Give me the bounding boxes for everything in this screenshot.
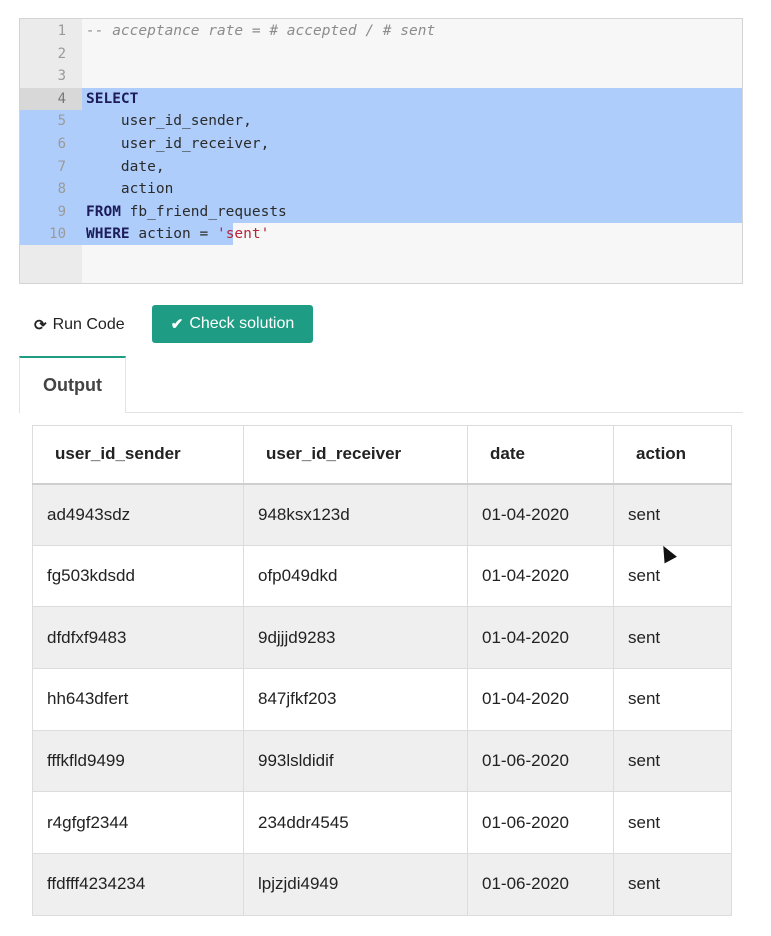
code-token-plain: date, (86, 159, 165, 175)
tab-output[interactable]: Output (19, 356, 126, 413)
cell-date: 01-06-2020 (468, 730, 614, 792)
line-number: 10 (20, 223, 66, 245)
code-text: date, (86, 156, 165, 178)
column-header-user-id-sender: user_id_sender (33, 426, 244, 484)
code-line[interactable]: 8 action (20, 178, 742, 200)
code-text: user_id_receiver, (86, 133, 269, 155)
code-token-plain: user_id_sender, (86, 113, 252, 129)
table-header-row: user_id_sender user_id_receiver date act… (33, 426, 732, 484)
cell-action: sent (614, 854, 732, 916)
tab-output-label: Output (43, 375, 102, 396)
table-row: hh643dfert 847jfkf203 01-04-2020 sent (33, 669, 732, 731)
column-header-user-id-receiver: user_id_receiver (244, 426, 468, 484)
cell-date: 01-04-2020 (468, 669, 614, 731)
code-line[interactable]: 9 FROM fb_friend_requests (20, 201, 742, 223)
line-number: 2 (20, 43, 66, 65)
line-number: 9 (20, 201, 66, 223)
table-row: fffkfld9499 993lsldidif 01-06-2020 sent (33, 730, 732, 792)
table-row: ffdfff4234234 lpjzjdi4949 01-06-2020 sen… (33, 854, 732, 916)
line-number: 3 (20, 65, 66, 87)
cell-user-id-receiver: 993lsldidif (244, 730, 468, 792)
code-token-kw: FROM (86, 204, 121, 220)
cell-action: sent (614, 607, 732, 669)
cell-user-id-receiver: ofp049dkd (244, 545, 468, 607)
cell-date: 01-06-2020 (468, 792, 614, 854)
check-solution-button[interactable]: ✔ Check solution (152, 305, 313, 343)
code-text: FROM fb_friend_requests (86, 201, 287, 223)
code-line[interactable]: 4SELECT (20, 88, 742, 110)
cell-action: sent (614, 792, 732, 854)
cell-action: sent (614, 730, 732, 792)
cell-user-id-sender: fg503kdsdd (33, 545, 244, 607)
cell-date: 01-04-2020 (468, 607, 614, 669)
code-token-str: 'sent' (217, 226, 269, 242)
cell-action: sent (614, 669, 732, 731)
cell-user-id-sender: ffdfff4234234 (33, 854, 244, 916)
output-tab-bar: Output (19, 356, 743, 413)
cell-date: 01-04-2020 (468, 484, 614, 546)
results-table: user_id_sender user_id_receiver date act… (32, 425, 732, 916)
table-row: dfdfxf9483 9djjjd9283 01-04-2020 sent (33, 607, 732, 669)
code-editor[interactable]: 1 -- acceptance rate = # accepted / # sen… (19, 18, 743, 284)
line-number: 7 (20, 156, 66, 178)
code-text: SELECT (86, 88, 138, 110)
code-token-kw: WHERE (86, 226, 130, 242)
code-line[interactable]: 3 (20, 65, 742, 87)
table-row: fg503kdsdd ofp049dkd 01-04-2020 sent (33, 545, 732, 607)
table-row: ad4943sdz 948ksx123d 01-04-2020 sent (33, 484, 732, 546)
code-token-plain: fb_friend_requests (121, 204, 287, 220)
cell-date: 01-06-2020 (468, 854, 614, 916)
line-number: 5 (20, 110, 66, 132)
cell-user-id-sender: ad4943sdz (33, 484, 244, 546)
cell-user-id-sender: dfdfxf9483 (33, 607, 244, 669)
table-row: r4gfgf2344 234ddr4545 01-06-2020 sent (33, 792, 732, 854)
sql-exercise-page: 1 -- acceptance rate = # accepted / # sen… (0, 0, 771, 936)
code-text: -- acceptance rate = # accepted / # sent (86, 20, 435, 42)
code-line[interactable]: 1 -- acceptance rate = # accepted / # sen… (20, 20, 742, 42)
code-line[interactable]: 6 user_id_receiver, (20, 133, 742, 155)
check-solution-label: Check solution (189, 315, 294, 333)
code-token-plain: user_id_receiver, (86, 136, 269, 152)
cell-user-id-receiver: 234ddr4545 (244, 792, 468, 854)
check-icon: ✔ (171, 315, 184, 333)
line-number: 1 (20, 20, 66, 42)
code-token-plain: action (86, 181, 173, 197)
cell-user-id-sender: hh643dfert (33, 669, 244, 731)
line-number: 6 (20, 133, 66, 155)
code-line[interactable]: 5 user_id_sender, (20, 110, 742, 132)
code-text: action (86, 178, 173, 200)
run-code-button[interactable]: ⟳ Run Code (34, 311, 125, 339)
cell-user-id-receiver: lpjzjdi4949 (244, 854, 468, 916)
column-header-action: action (614, 426, 732, 484)
column-header-date: date (468, 426, 614, 484)
code-line[interactable]: 7 date, (20, 156, 742, 178)
run-code-label: Run Code (53, 316, 125, 334)
cell-user-id-sender: fffkfld9499 (33, 730, 244, 792)
code-token-plain: action = (130, 226, 217, 242)
code-token-kw: SELECT (86, 91, 138, 107)
refresh-icon: ⟳ (34, 316, 47, 334)
cell-date: 01-04-2020 (468, 545, 614, 607)
line-number: 8 (20, 178, 66, 200)
cell-user-id-receiver: 948ksx123d (244, 484, 468, 546)
code-text: user_id_sender, (86, 110, 252, 132)
cell-user-id-receiver: 847jfkf203 (244, 669, 468, 731)
code-line[interactable]: 2 (20, 43, 742, 65)
code-line[interactable]: 10 WHERE action = 'sent' (20, 223, 742, 245)
cell-user-id-receiver: 9djjjd9283 (244, 607, 468, 669)
code-token-comment: -- acceptance rate = # accepted / # sent (86, 23, 435, 39)
cell-action: sent (614, 484, 732, 546)
code-text: WHERE action = 'sent' (86, 223, 269, 245)
cell-user-id-sender: r4gfgf2344 (33, 792, 244, 854)
line-number: 4 (20, 88, 82, 110)
